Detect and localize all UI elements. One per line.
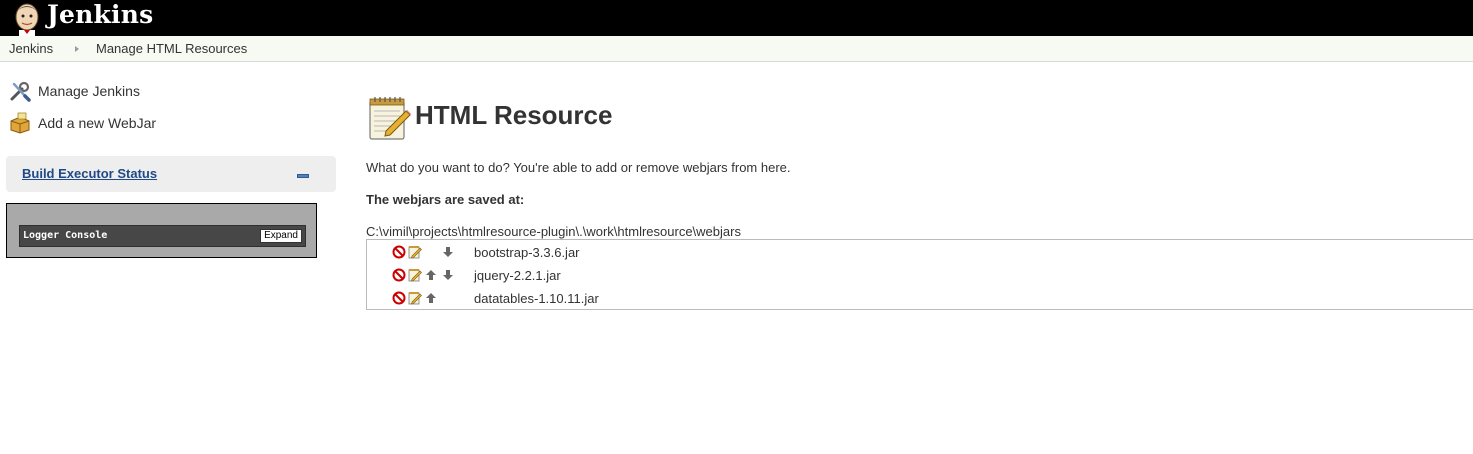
saved-at-heading: The webjars are saved at:	[366, 192, 525, 207]
notepad-pencil-icon	[369, 97, 411, 140]
top-header: Jenkins	[0, 0, 1473, 36]
jenkins-brand-title[interactable]: Jenkins	[47, 1, 153, 29]
list-item: jquery-2.2.1.jar	[367, 264, 1473, 287]
build-executor-panel: Build Executor Status	[6, 156, 336, 192]
breadcrumb: Jenkins Manage HTML Resources	[0, 36, 1473, 62]
logger-console-title: Logger Console	[23, 230, 108, 241]
webjars-path: C:\vimil\projects\htmlresource-plugin\.\…	[366, 224, 741, 239]
logger-console-panel: Logger Console Expand	[6, 203, 317, 258]
expand-button[interactable]: Expand	[260, 229, 302, 243]
move-down-icon[interactable]	[441, 245, 455, 259]
webjar-list: bootstrap-3.3.6.jar jquery-2.2.1.jar dat…	[366, 239, 1473, 310]
logger-console-bar: Logger Console Expand	[19, 225, 306, 247]
delete-icon[interactable]	[392, 291, 406, 305]
move-up-icon[interactable]	[424, 291, 438, 305]
task-manage-jenkins-label: Manage Jenkins	[38, 83, 140, 99]
breadcrumb-jenkins[interactable]: Jenkins	[9, 41, 53, 56]
intro-text: What do you want to do? You're able to a…	[366, 160, 791, 175]
move-up-icon[interactable]	[424, 268, 438, 282]
edit-icon[interactable]	[408, 291, 422, 305]
page-title: HTML Resource	[415, 100, 613, 130]
edit-icon[interactable]	[408, 245, 422, 259]
move-down-icon[interactable]	[441, 268, 455, 282]
webjar-name: jquery-2.2.1.jar	[474, 268, 561, 283]
edit-icon[interactable]	[408, 268, 422, 282]
package-box-icon	[10, 112, 30, 134]
webjar-name: bootstrap-3.3.6.jar	[474, 245, 580, 260]
wrench-screwdriver-icon	[10, 81, 31, 102]
webjar-name: datatables-1.10.11.jar	[474, 291, 599, 306]
task-add-webjar-label: Add a new WebJar	[38, 115, 157, 131]
breadcrumb-separator-icon	[75, 46, 79, 52]
list-item: bootstrap-3.3.6.jar	[367, 241, 1473, 264]
breadcrumb-manage-html-resources[interactable]: Manage HTML Resources	[96, 41, 247, 56]
build-executor-status-link[interactable]: Build Executor Status	[22, 166, 157, 181]
delete-icon[interactable]	[392, 268, 406, 282]
collapse-icon[interactable]	[297, 174, 309, 178]
jenkins-logo-icon[interactable]	[9, 0, 45, 36]
delete-icon[interactable]	[392, 245, 406, 259]
list-item: datatables-1.10.11.jar	[367, 287, 1473, 310]
